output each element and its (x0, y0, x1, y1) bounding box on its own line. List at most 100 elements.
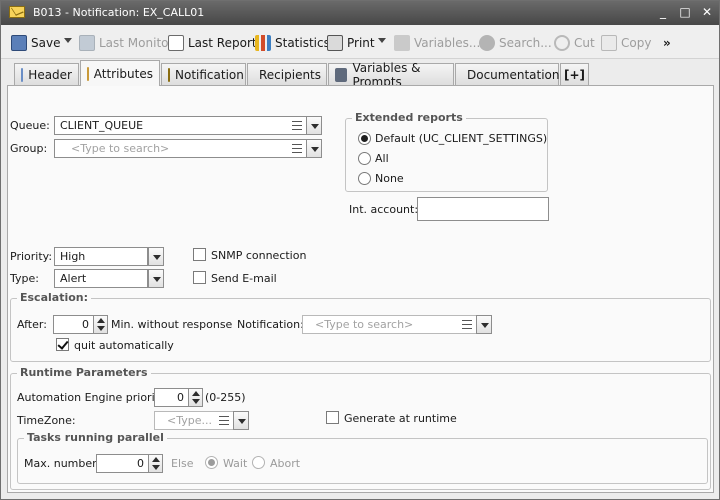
print-dropdown-caret-icon[interactable] (378, 38, 386, 43)
generate-at-runtime-checkbox[interactable] (326, 411, 339, 424)
snmp-connection-checkbox[interactable] (193, 248, 206, 261)
timezone-dropdown-wrap (233, 411, 249, 430)
wait-radio[interactable] (205, 456, 218, 469)
tab-notification[interactable]: Notification (161, 63, 246, 86)
envelope-icon (9, 6, 25, 18)
tab-variables-prompts[interactable]: Variables & Prompts (328, 61, 454, 89)
header-icon (21, 68, 24, 82)
escalation-notification-dropdown-wrap (476, 315, 492, 334)
ae-priority-range: (0-255) (205, 391, 246, 404)
priority-dropdown-wrap (148, 247, 164, 266)
print-label: Print (347, 36, 375, 50)
timezone-search[interactable]: <Type... (154, 411, 234, 430)
escalation-group: Escalation: After: 0 Min. without respon… (10, 291, 711, 362)
priority-value: High (60, 250, 86, 263)
after-spin-buttons[interactable] (93, 315, 108, 334)
snmp-connection-label: SNMP connection (211, 249, 307, 262)
max-number-spin-buttons[interactable] (148, 454, 163, 473)
search-button[interactable]: Search... (479, 34, 552, 52)
last-monitor-label: Last Monitor (99, 36, 174, 50)
toolbar: Save Last Monitor Last Report Statistics… (1, 25, 719, 59)
save-label: Save (31, 36, 61, 50)
minimize-button[interactable]: _ (655, 4, 671, 20)
group-search-input[interactable]: <Type to search> (54, 139, 307, 158)
group-dropdown-wrap (306, 139, 322, 158)
last-report-label: Last Report (188, 36, 257, 50)
maximize-button[interactable]: □ (677, 4, 693, 20)
list-icon[interactable] (292, 144, 302, 153)
ae-priority-spin-buttons[interactable] (188, 388, 203, 407)
ae-priority-value: 0 (177, 391, 184, 404)
tab-recipients[interactable]: Recipients (247, 63, 327, 86)
quit-automatically-label: quit automatically (74, 339, 174, 352)
tab-documentation-label: Documentation (467, 68, 560, 82)
extended-reports-group: Extended reports Default (UC_CLIENT_SETT… (345, 111, 548, 192)
cut-label: Cut (574, 36, 595, 50)
report-default-radio[interactable] (358, 132, 371, 145)
runtime-parameters-group: Runtime Parameters Automation Engine pri… (10, 366, 711, 490)
type-select[interactable]: Alert (54, 269, 148, 288)
copy-button[interactable]: Copy (601, 34, 651, 52)
timezone-dropdown-button[interactable] (233, 411, 249, 430)
escalation-notification-placeholder: <Type to search> (315, 318, 414, 331)
max-number-value: 0 (137, 457, 144, 470)
priority-label: Priority: (10, 250, 53, 263)
priority-select[interactable]: High (54, 247, 148, 266)
queue-dropdown-button[interactable] (306, 116, 322, 135)
notification-window: B013 - Notification: EX_CALL01 _ □ ✕ Sav… (0, 0, 720, 500)
abort-label: Abort (270, 457, 301, 470)
type-dropdown-wrap (148, 269, 164, 288)
more-tools-button[interactable]: » (663, 34, 671, 52)
escalation-notification-label: Notification: (237, 318, 304, 331)
after-label: After: (17, 318, 47, 331)
int-account-label: Int. account: (349, 203, 419, 216)
escalation-notification-search[interactable]: <Type to search> (302, 315, 477, 334)
close-button[interactable]: ✕ (699, 4, 715, 20)
timezone-placeholder: <Type... (167, 414, 212, 427)
save-dropdown-caret-icon[interactable] (64, 38, 72, 43)
tab-documentation[interactable]: Documentation (455, 63, 560, 86)
tab-add[interactable]: [+] (560, 63, 589, 86)
last-report-button[interactable]: Last Report (168, 34, 257, 52)
tab-header-label: Header (28, 68, 72, 82)
priority-dropdown-button[interactable] (148, 247, 164, 266)
int-account-input[interactable] (417, 197, 549, 221)
save-button[interactable]: Save (11, 34, 60, 52)
extended-reports-legend: Extended reports (352, 111, 466, 124)
max-number-spinner[interactable]: 0 (96, 454, 163, 473)
group-dropdown-button[interactable] (306, 139, 322, 158)
print-button[interactable]: Print (327, 34, 375, 52)
cut-button[interactable]: Cut (554, 34, 595, 52)
report-all-radio[interactable] (358, 152, 371, 165)
runtime-parameters-legend: Runtime Parameters (17, 366, 151, 379)
monitor-icon (79, 35, 95, 51)
statistics-button[interactable]: Statistics (255, 34, 330, 52)
list-icon[interactable] (462, 320, 472, 329)
tab-attributes[interactable]: Attributes (80, 60, 160, 86)
statistics-label: Statistics (275, 36, 330, 50)
report-none-radio[interactable] (358, 172, 371, 185)
attributes-panel: Queue: CLIENT_QUEUE Group: <Type to sear… (7, 85, 714, 493)
after-minutes-spinner[interactable]: 0 (53, 315, 108, 334)
type-value: Alert (60, 272, 87, 285)
list-icon[interactable] (219, 416, 229, 425)
floppy-disk-icon (11, 35, 27, 51)
variables-icon (394, 35, 410, 51)
quit-automatically-checkbox[interactable] (56, 338, 69, 351)
list-icon[interactable] (292, 121, 302, 130)
abort-radio[interactable] (252, 456, 265, 469)
escalation-notification-dropdown-button[interactable] (476, 315, 492, 334)
type-label: Type: (10, 272, 39, 285)
send-email-checkbox[interactable] (193, 271, 206, 284)
type-dropdown-button[interactable] (148, 269, 164, 288)
tab-header[interactable]: Header (14, 63, 79, 86)
escalation-legend: Escalation: (17, 291, 92, 304)
queue-combobox[interactable]: CLIENT_QUEUE (54, 116, 307, 135)
more-chevron-icon: » (663, 36, 671, 50)
tab-notification-label: Notification (175, 68, 244, 82)
variables-button[interactable]: Variables... (394, 34, 480, 52)
bar-chart-icon (255, 35, 271, 51)
title-bar[interactable]: B013 - Notification: EX_CALL01 _ □ ✕ (1, 1, 719, 25)
last-monitor-button[interactable]: Last Monitor (79, 34, 173, 52)
ae-priority-spinner[interactable]: 0 (154, 388, 203, 407)
